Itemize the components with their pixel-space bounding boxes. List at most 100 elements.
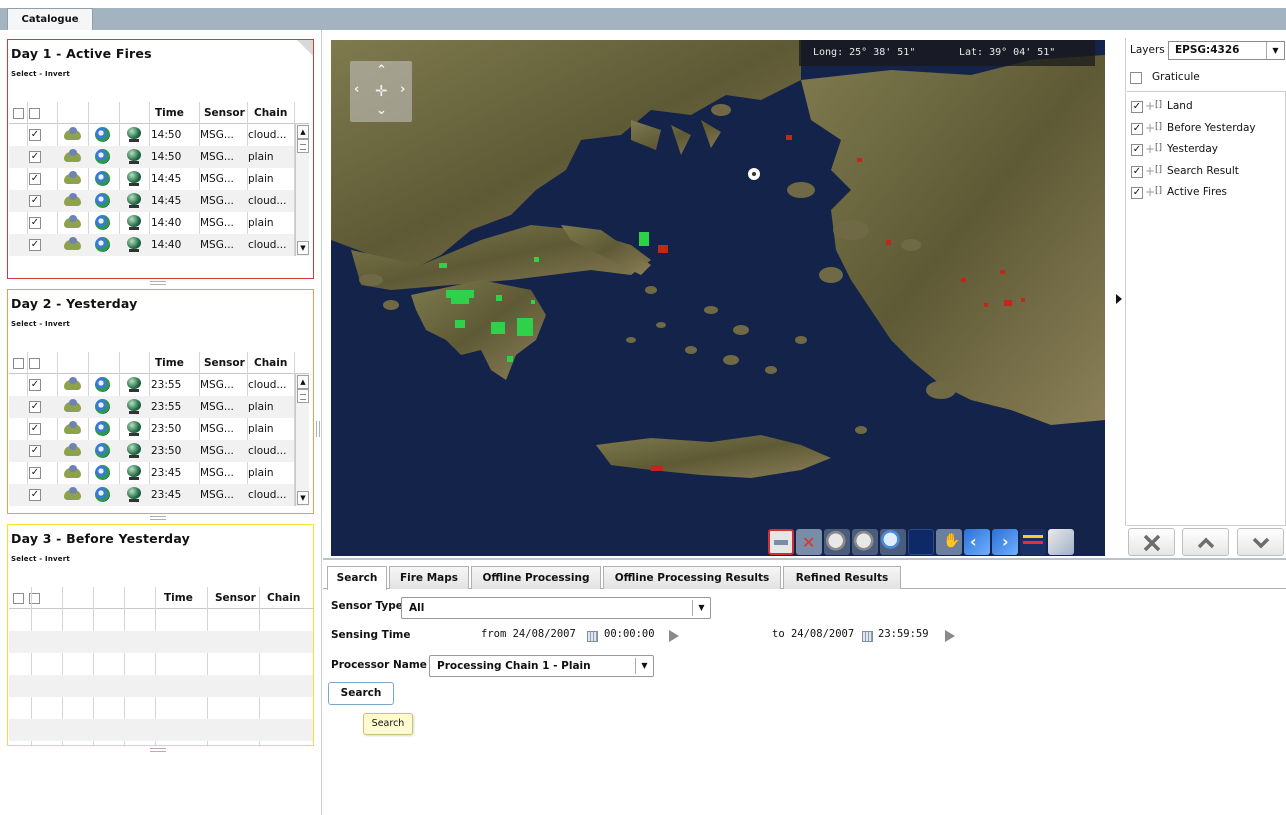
cloud-mask-icon[interactable] bbox=[64, 171, 81, 184]
row-checkbox[interactable]: ✓ bbox=[29, 489, 41, 501]
row-checkbox[interactable]: ✓ bbox=[29, 401, 41, 413]
tab-refined-results[interactable]: Refined Results bbox=[783, 566, 901, 589]
select-invert-link[interactable]: Select - Invert bbox=[11, 320, 70, 328]
map-view[interactable]: Long: 25° 38' 51" Lat: 39° 04' 51" ⌃ ⌄ ‹… bbox=[331, 40, 1105, 556]
remove-layer-button[interactable] bbox=[1128, 528, 1175, 556]
column-header[interactable]: Chain bbox=[254, 352, 287, 374]
pan-hand-icon[interactable]: ✋ bbox=[936, 529, 962, 555]
sidebar-splitter[interactable] bbox=[316, 421, 320, 437]
cloud-mask-icon[interactable] bbox=[64, 193, 81, 206]
clear-selection-tool-icon[interactable]: ✕ bbox=[796, 529, 822, 555]
globe-icon[interactable] bbox=[127, 237, 141, 253]
crs-select[interactable]: EPSG:4326 ▼ bbox=[1168, 41, 1285, 60]
row-checkbox[interactable]: ✓ bbox=[29, 239, 41, 251]
layer-checkbox[interactable]: ✓ bbox=[1131, 101, 1143, 113]
globe-icon[interactable] bbox=[127, 487, 141, 503]
from-time-arrow-icon[interactable] bbox=[669, 630, 679, 642]
scroll-up-icon[interactable]: ▲ bbox=[297, 125, 309, 139]
cloud-mask-icon[interactable] bbox=[64, 421, 81, 434]
expand-plus-icon[interactable]: + bbox=[1145, 185, 1155, 199]
select-all-checkbox[interactable] bbox=[13, 358, 24, 369]
refresh-layer-icon[interactable] bbox=[95, 399, 110, 414]
tab-fire-maps[interactable]: Fire Maps bbox=[389, 566, 469, 589]
expand-plus-icon[interactable]: + bbox=[1145, 142, 1155, 156]
table-row[interactable]: ✓ 14:45 MSG... plain bbox=[9, 168, 294, 190]
pan-up-icon[interactable]: ⌃ bbox=[376, 63, 387, 78]
collapse-layers-arrow-icon[interactable] bbox=[1116, 294, 1122, 304]
table-row[interactable]: ✓ 23:45 MSG... cloud... bbox=[9, 484, 294, 506]
sensor-type-select[interactable]: All ▼ bbox=[401, 597, 711, 619]
select-invert-link[interactable]: Select - Invert bbox=[11, 555, 70, 563]
invert-checkbox[interactable] bbox=[29, 358, 40, 369]
pan-center-icon[interactable]: ✛ bbox=[375, 82, 388, 100]
invert-checkbox[interactable] bbox=[29, 108, 40, 119]
refresh-layer-icon[interactable] bbox=[95, 487, 110, 502]
scroll-down-icon[interactable]: ▼ bbox=[297, 491, 309, 505]
layer-checkbox[interactable]: ✓ bbox=[1131, 165, 1143, 178]
refresh-layer-icon[interactable] bbox=[95, 377, 110, 392]
select-invert-link[interactable]: Select - Invert bbox=[11, 70, 70, 78]
row-checkbox[interactable]: ✓ bbox=[29, 129, 41, 141]
globe-icon[interactable] bbox=[127, 443, 141, 459]
cloud-mask-icon[interactable] bbox=[64, 215, 81, 228]
refresh-layer-icon[interactable] bbox=[95, 127, 110, 142]
globe-icon[interactable] bbox=[127, 127, 141, 143]
expand-plus-icon[interactable]: + bbox=[1145, 99, 1155, 113]
table-row[interactable]: ✓ 14:45 MSG... cloud... bbox=[9, 190, 294, 212]
refresh-layer-icon[interactable] bbox=[95, 465, 110, 480]
refresh-layer-icon[interactable] bbox=[95, 171, 110, 186]
select-box-tool-icon[interactable] bbox=[768, 529, 794, 555]
table-row[interactable]: ✓ 14:40 MSG... cloud... bbox=[9, 234, 294, 256]
refresh-layer-icon[interactable] bbox=[95, 215, 110, 230]
refresh-layer-icon[interactable] bbox=[95, 443, 110, 458]
print-map-icon[interactable] bbox=[1048, 529, 1074, 555]
zoom-out-icon[interactable] bbox=[852, 529, 878, 555]
table-row[interactable]: ✓ 23:55 MSG... cloud... bbox=[9, 374, 294, 396]
chevron-down-icon[interactable]: ▼ bbox=[1266, 42, 1284, 59]
table-row[interactable]: ✓ 23:50 MSG... plain bbox=[9, 418, 294, 440]
column-header[interactable]: Time bbox=[155, 102, 184, 124]
globe-icon[interactable] bbox=[127, 421, 141, 437]
pan-right-icon[interactable]: › bbox=[400, 82, 405, 97]
scroll-up-icon[interactable]: ▲ bbox=[297, 375, 309, 389]
refresh-layer-icon[interactable] bbox=[95, 193, 110, 208]
globe-icon[interactable] bbox=[127, 193, 141, 209]
scroll-thumb[interactable] bbox=[297, 389, 309, 403]
scroll-down-icon[interactable]: ▼ bbox=[297, 241, 309, 255]
globe-icon[interactable] bbox=[127, 399, 141, 415]
chevron-down-icon[interactable]: ▼ bbox=[635, 658, 653, 674]
tab-offline-processing-results[interactable]: Offline Processing Results bbox=[603, 566, 781, 589]
globe-icon[interactable] bbox=[127, 171, 141, 187]
row-checkbox[interactable]: ✓ bbox=[29, 467, 41, 479]
cloud-mask-icon[interactable] bbox=[64, 377, 81, 390]
expand-plus-icon[interactable]: + bbox=[1145, 164, 1155, 178]
cloud-mask-icon[interactable] bbox=[64, 487, 81, 500]
column-header[interactable]: Chain bbox=[267, 587, 300, 609]
column-header[interactable]: Time bbox=[155, 352, 184, 374]
to-time-arrow-icon[interactable] bbox=[945, 630, 955, 642]
tab-catalogue[interactable]: Catalogue bbox=[7, 8, 93, 30]
search-button[interactable]: Search bbox=[328, 682, 394, 705]
from-time-text[interactable]: 00:00:00 bbox=[604, 628, 655, 640]
pan-left-icon[interactable]: ‹ bbox=[354, 82, 359, 97]
refresh-layer-icon[interactable] bbox=[95, 149, 110, 164]
cloud-mask-icon[interactable] bbox=[64, 127, 81, 140]
table-row[interactable]: ✓ 14:50 MSG... cloud... bbox=[9, 124, 294, 146]
move-layer-down-button[interactable] bbox=[1237, 528, 1284, 556]
table-row[interactable]: ✓ 14:50 MSG... plain bbox=[9, 146, 294, 168]
panel-resize-handle[interactable] bbox=[150, 281, 166, 285]
measure-distance-icon[interactable] bbox=[1020, 529, 1046, 555]
column-header[interactable]: Sensor bbox=[204, 102, 245, 124]
table-scrollbar[interactable]: ▲ ▼ bbox=[295, 374, 309, 506]
column-header[interactable]: Sensor bbox=[215, 587, 256, 609]
graticule-checkbox[interactable] bbox=[1130, 72, 1142, 84]
globe-icon[interactable] bbox=[127, 465, 141, 481]
refresh-layer-icon[interactable] bbox=[95, 421, 110, 436]
zoom-in-icon[interactable] bbox=[824, 529, 850, 555]
row-checkbox[interactable]: ✓ bbox=[29, 151, 41, 163]
cloud-mask-icon[interactable] bbox=[64, 149, 81, 162]
previous-extent-icon[interactable]: ‹ bbox=[964, 529, 990, 555]
zoom-box-icon[interactable] bbox=[880, 529, 906, 555]
pan-down-icon[interactable]: ⌄ bbox=[376, 103, 387, 118]
table-row[interactable]: ✓ 14:40 MSG... plain bbox=[9, 212, 294, 234]
